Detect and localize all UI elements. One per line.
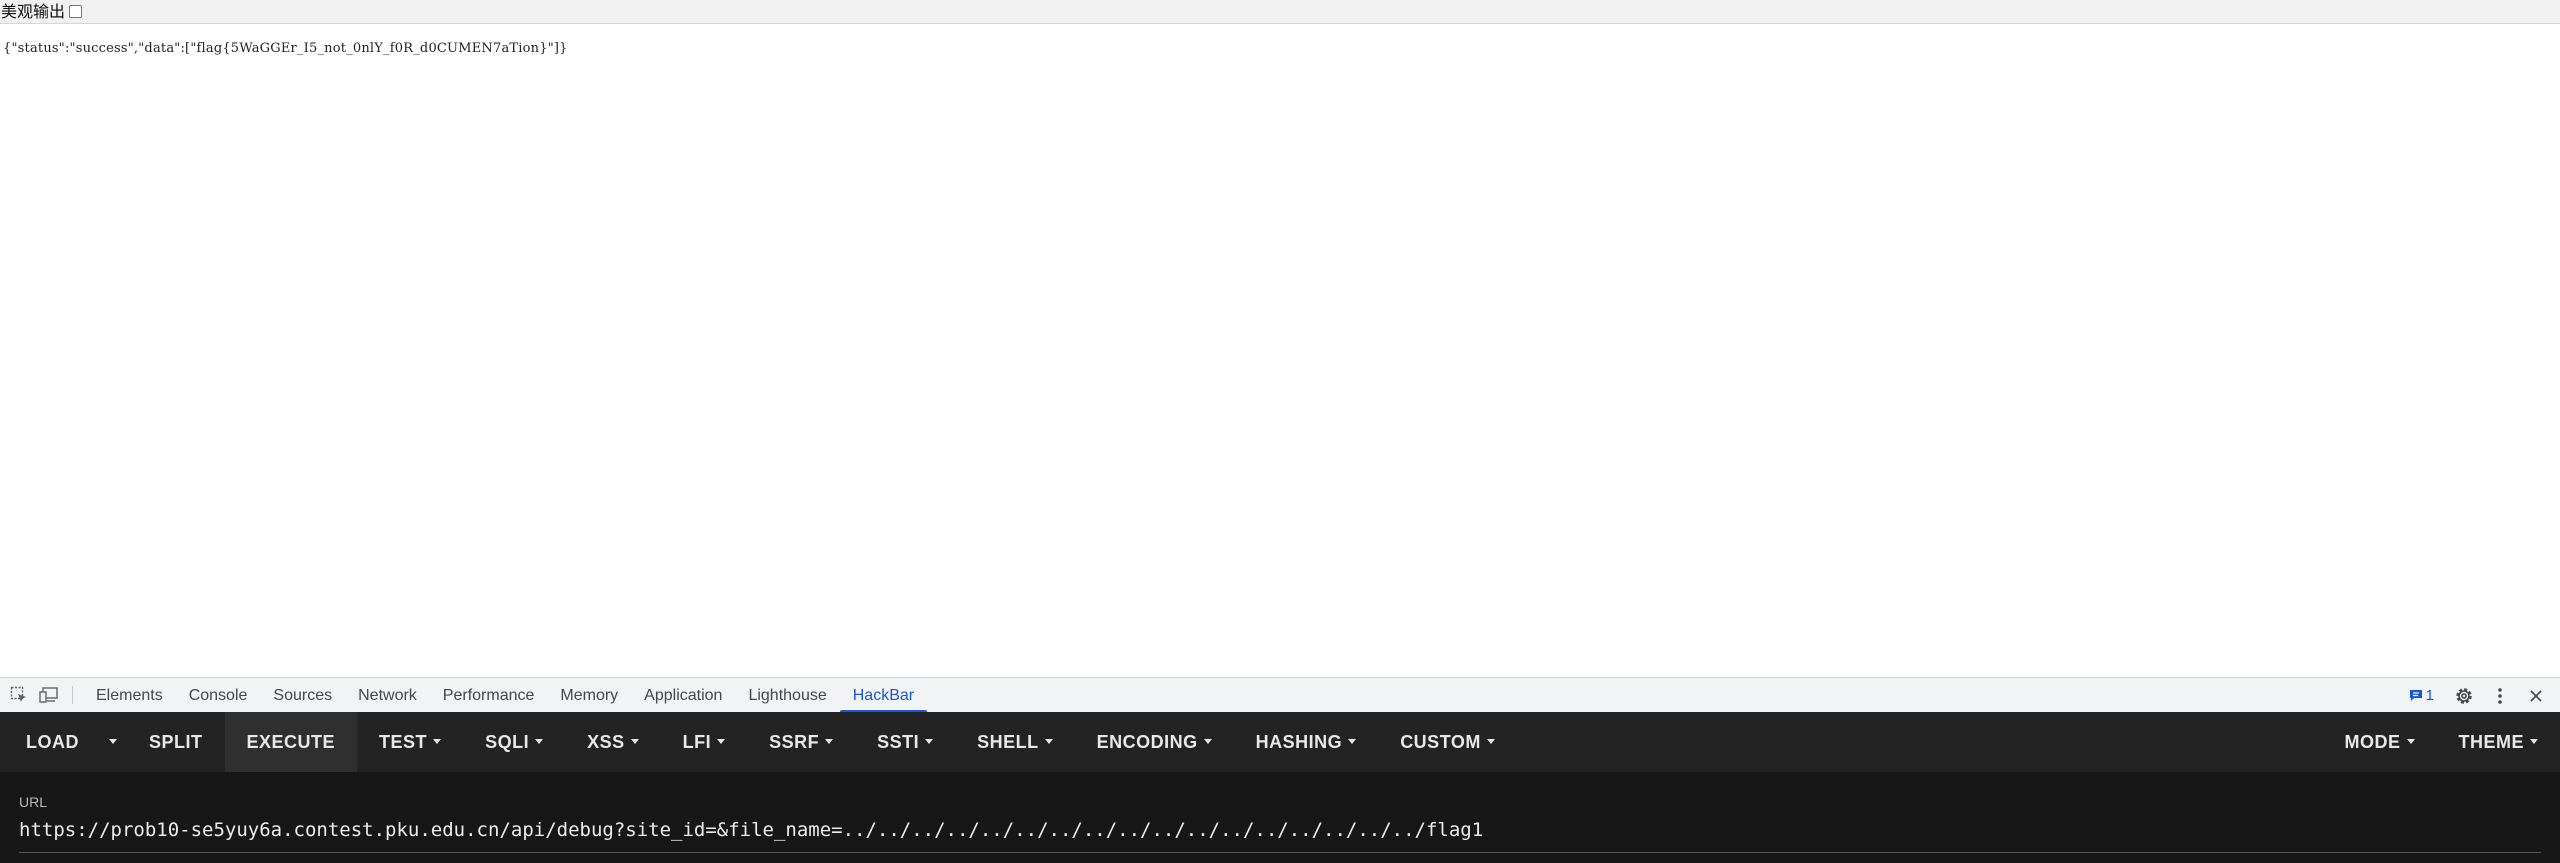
chevron-down-icon bbox=[2406, 738, 2415, 744]
theme-menu-label: THEME bbox=[2458, 732, 2524, 752]
split-button[interactable]: SPLIT bbox=[127, 712, 225, 772]
chevron-down-icon bbox=[2530, 738, 2538, 744]
url-input-underline bbox=[19, 852, 2541, 853]
devtools-tab-bar: Elements Console Sources Network Perform… bbox=[0, 677, 2560, 713]
tab-hackbar[interactable]: HackBar bbox=[839, 678, 928, 713]
mode-menu-label: MODE bbox=[2344, 732, 2401, 752]
ssti-menu-button[interactable]: SSTI bbox=[855, 712, 955, 772]
chevron-down-icon bbox=[535, 738, 544, 744]
tab-performance[interactable]: Performance bbox=[430, 678, 548, 713]
ssrf-menu-label: SSRF bbox=[769, 732, 820, 752]
chevron-down-icon bbox=[433, 738, 442, 744]
message-icon bbox=[2409, 690, 2422, 701]
toolbar-divider bbox=[72, 686, 73, 704]
close-devtools-icon[interactable] bbox=[2524, 684, 2548, 708]
hackbar-toolbar: LOAD SPLIT EXECUTE TEST SQLI XSS LFI SSR… bbox=[0, 712, 2560, 772]
ssrf-menu-button[interactable]: SSRF bbox=[747, 712, 855, 772]
load-button[interactable]: LOAD bbox=[0, 712, 93, 772]
encoding-menu-label: ENCODING bbox=[1096, 732, 1198, 752]
url-panel: URL https://prob10-se5yuy6a.contest.pku.… bbox=[0, 772, 2560, 863]
issues-count: 1 bbox=[2425, 687, 2434, 704]
chevron-down-icon bbox=[925, 738, 934, 744]
tab-application[interactable]: Application bbox=[631, 678, 735, 713]
execute-button[interactable]: EXECUTE bbox=[224, 712, 358, 772]
more-options-icon[interactable] bbox=[2488, 684, 2512, 708]
xss-menu-label: XSS bbox=[587, 732, 625, 752]
theme-menu-button[interactable]: THEME bbox=[2437, 712, 2560, 772]
ssti-menu-label: SSTI bbox=[877, 732, 920, 752]
tab-network[interactable]: Network bbox=[345, 678, 430, 713]
chevron-down-icon bbox=[825, 738, 834, 744]
pretty-print-label: 美观输出 bbox=[1, 1, 66, 21]
pretty-print-bar: 美观输出 bbox=[0, 0, 2560, 24]
device-toolbar-icon[interactable] bbox=[38, 684, 60, 706]
chevron-down-icon bbox=[1486, 738, 1495, 744]
settings-gear-icon[interactable] bbox=[2452, 684, 2476, 708]
chevron-down-icon bbox=[630, 738, 639, 744]
encoding-menu-button[interactable]: ENCODING bbox=[1075, 712, 1234, 772]
hashing-menu-button[interactable]: HASHING bbox=[1234, 712, 1379, 772]
sqli-menu-button[interactable]: SQLI bbox=[463, 712, 565, 772]
tab-elements[interactable]: Elements bbox=[83, 678, 176, 713]
mode-menu-button[interactable]: MODE bbox=[2323, 712, 2437, 772]
tab-lighthouse[interactable]: Lighthouse bbox=[735, 678, 839, 713]
test-menu-button[interactable]: TEST bbox=[357, 712, 463, 772]
lfi-menu-button[interactable]: LFI bbox=[661, 712, 748, 772]
hackbar-right-buttons: MODE THEME bbox=[2323, 712, 2560, 772]
shell-menu-label: SHELL bbox=[977, 732, 1039, 752]
issues-badge[interactable]: 1 bbox=[2409, 687, 2434, 704]
chevron-down-icon bbox=[1044, 738, 1053, 744]
pretty-print-checkbox[interactable] bbox=[69, 5, 83, 18]
load-dropdown-toggle[interactable] bbox=[93, 712, 127, 772]
json-response-text: {"status":"success","data":["flag{5WaGGE… bbox=[3, 41, 568, 56]
lfi-menu-label: LFI bbox=[682, 732, 712, 752]
url-input[interactable]: https://prob10-se5yuy6a.contest.pku.edu.… bbox=[19, 819, 1483, 841]
chevron-down-icon bbox=[1348, 738, 1357, 744]
shell-menu-button[interactable]: SHELL bbox=[955, 712, 1075, 772]
sqli-menu-label: SQLI bbox=[485, 732, 530, 752]
devtools-right-controls: 1 bbox=[2409, 678, 2560, 713]
xss-menu-button[interactable]: XSS bbox=[565, 712, 661, 772]
chevron-down-icon bbox=[109, 738, 117, 744]
custom-menu-button[interactable]: CUSTOM bbox=[1378, 712, 1517, 772]
custom-menu-label: CUSTOM bbox=[1400, 732, 1481, 752]
tab-sources[interactable]: Sources bbox=[260, 678, 345, 713]
test-menu-label: TEST bbox=[379, 732, 428, 752]
chevron-down-icon bbox=[717, 738, 726, 744]
url-field-label: URL bbox=[19, 794, 48, 810]
tab-console[interactable]: Console bbox=[176, 678, 261, 713]
tab-memory[interactable]: Memory bbox=[547, 678, 631, 713]
inspect-element-icon[interactable] bbox=[8, 684, 30, 706]
hashing-menu-label: HASHING bbox=[1255, 732, 1343, 752]
chevron-down-icon bbox=[1203, 738, 1212, 744]
